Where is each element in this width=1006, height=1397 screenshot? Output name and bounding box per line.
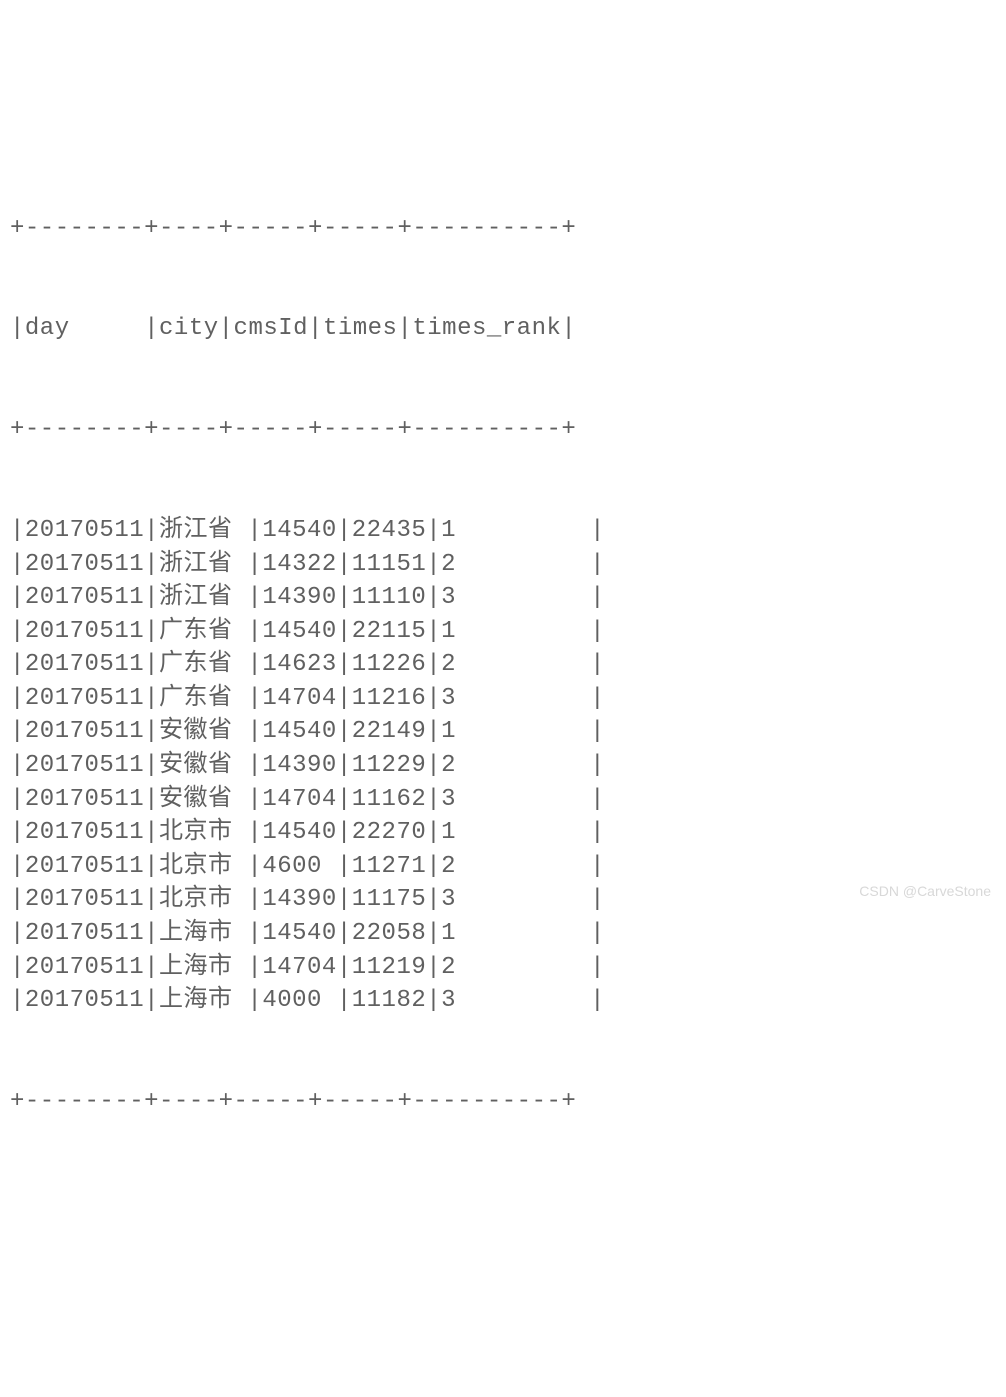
table-row: |20170511|安徽省 |14540|22149|1 | — [10, 715, 996, 749]
table-row: |20170511|广东省 |14623|11226|2 | — [10, 648, 996, 682]
table-row: |20170511|浙江省 |14540|22435|1 | — [10, 514, 996, 548]
table-row: |20170511|广东省 |14704|11216|3 | — [10, 682, 996, 716]
table-row: |20170511|北京市 |14390|11175|3 | — [10, 883, 996, 917]
table-body: |20170511|浙江省 |14540|22435|1 ||20170511|… — [10, 514, 996, 1018]
table-row: |20170511|上海市 |14704|11219|2 | — [10, 951, 996, 985]
table-row: |20170511|上海市 |4000 |11182|3 | — [10, 984, 996, 1018]
table-row: |20170511|广东省 |14540|22115|1 | — [10, 615, 996, 649]
table-row: |20170511|浙江省 |14322|11151|2 | — [10, 548, 996, 582]
ascii-table: +--------+----+-----+-----+----------+ |… — [10, 144, 996, 1152]
table-row: |20170511|北京市 |4600 |11271|2 | — [10, 850, 996, 884]
table-row: |20170511|浙江省 |14390|11110|3 | — [10, 581, 996, 615]
separator-mid: +--------+----+-----+-----+----------+ — [10, 413, 996, 447]
watermark: CSDN @CarveStone — [859, 882, 991, 902]
separator-top: +--------+----+-----+-----+----------+ — [10, 212, 996, 246]
table-row: |20170511|北京市 |14540|22270|1 | — [10, 816, 996, 850]
table-header: |day |city|cmsId|times|times_rank| — [10, 312, 996, 346]
table-row: |20170511|上海市 |14540|22058|1 | — [10, 917, 996, 951]
separator-bot: +--------+----+-----+-----+----------+ — [10, 1085, 996, 1119]
table-row: |20170511|安徽省 |14390|11229|2 | — [10, 749, 996, 783]
table-row: |20170511|安徽省 |14704|11162|3 | — [10, 783, 996, 817]
